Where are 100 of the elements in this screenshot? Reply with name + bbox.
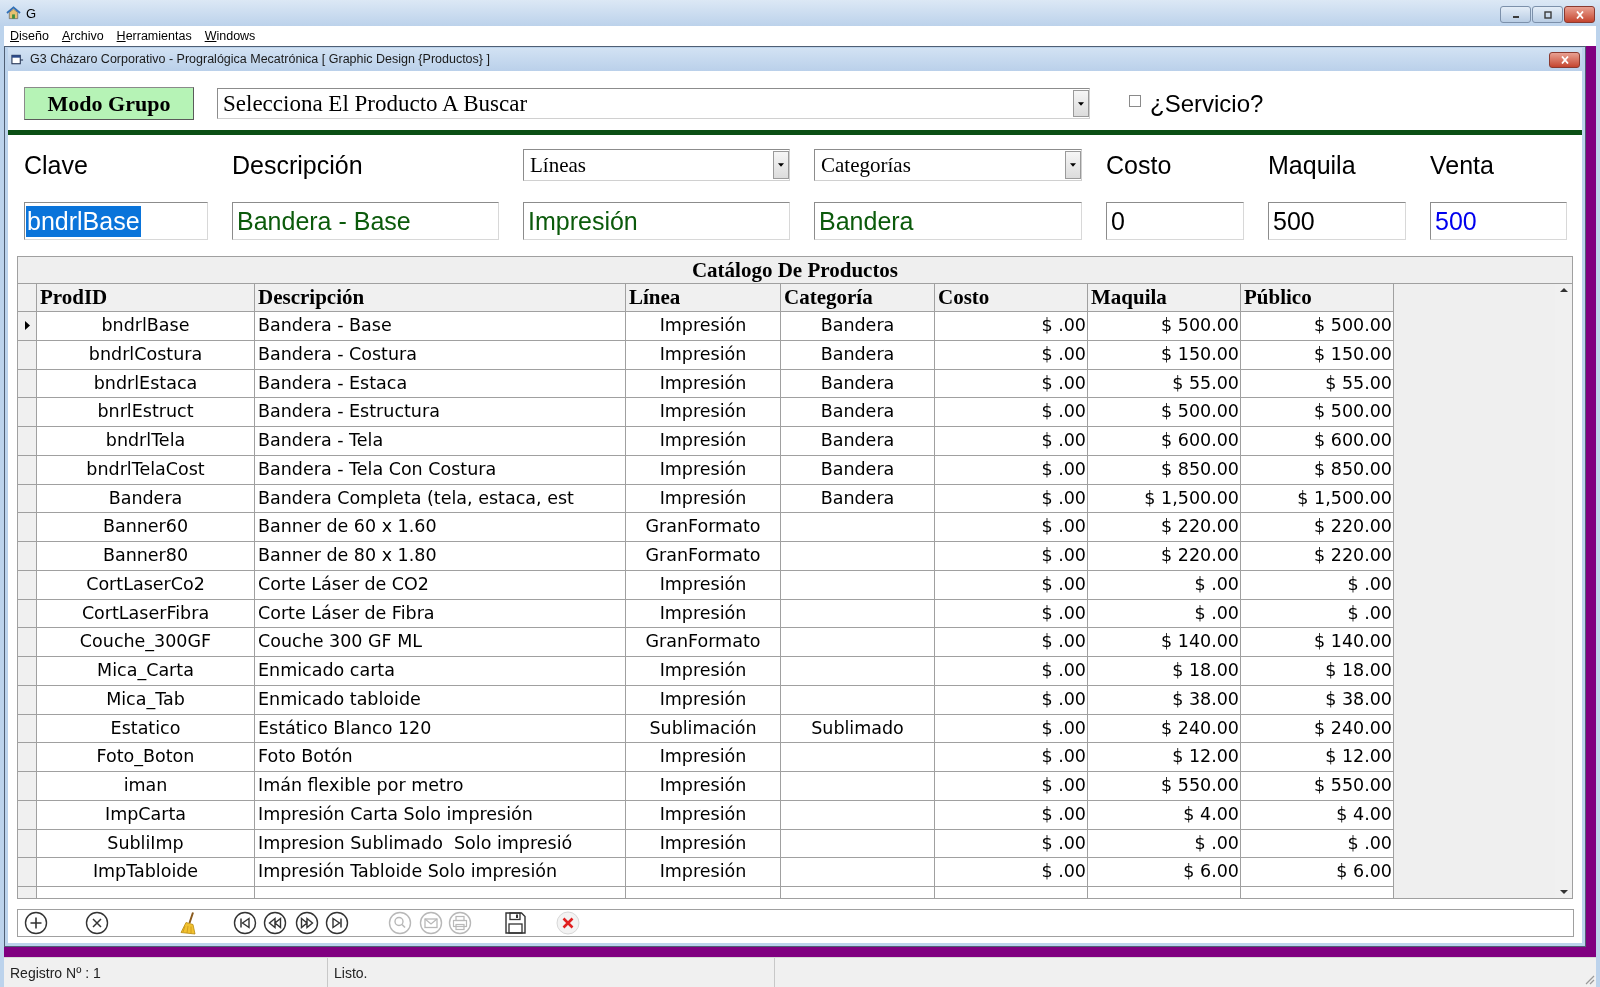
printer-icon <box>448 911 472 935</box>
caret-icon <box>1070 163 1076 167</box>
table-cell: $ .00 <box>935 858 1088 887</box>
column-header[interactable]: Categoría <box>781 284 935 312</box>
group-mode-button[interactable]: Modo Grupo <box>24 87 194 120</box>
current-row-icon <box>24 321 30 331</box>
resize-grip-icon <box>1583 973 1595 985</box>
previous-record-button[interactable] <box>262 910 288 936</box>
table-cell: $ .00 <box>935 513 1088 542</box>
table-cell: $ 1,500.00 <box>1241 484 1394 514</box>
text-field[interactable]: 500 <box>1268 202 1406 240</box>
dropdown-button[interactable] <box>773 151 789 179</box>
search-icon <box>388 911 412 935</box>
table-cell: $ 850.00 <box>1088 455 1241 485</box>
table-cell: $ 850.00 <box>1241 455 1394 485</box>
column-header[interactable]: Maquila <box>1088 284 1241 312</box>
maximize-button[interactable] <box>1532 6 1563 23</box>
minimize-button[interactable] <box>1500 6 1531 23</box>
skip-forward-icon <box>325 911 349 935</box>
table-cell: $ 500.00 <box>1088 312 1241 341</box>
table-cell: $ 12.00 <box>1088 743 1241 772</box>
status-text: Listo. <box>328 958 775 987</box>
table-cell: ImpCarta <box>37 800 255 830</box>
column-header[interactable]: Descripción <box>255 284 626 312</box>
dropdown-button[interactable] <box>1065 151 1081 179</box>
filter-combo[interactable]: Categorías <box>814 149 1082 181</box>
table-cell: $ 600.00 <box>1088 427 1241 456</box>
table-cell: $ .00 <box>935 772 1088 801</box>
skip-back-icon <box>233 911 257 935</box>
close-window-button[interactable] <box>1564 6 1595 23</box>
table-cell: Bandera - Estaca <box>255 369 626 399</box>
first-record-button[interactable] <box>232 910 258 936</box>
table-cell: Bandera Completa (tela, estaca, est <box>255 484 626 514</box>
table-cell: Impresión <box>626 772 781 801</box>
filter-combo[interactable]: Líneas <box>523 149 790 181</box>
text-field[interactable]: 500 <box>1430 202 1567 240</box>
table-cell: $ .00 <box>935 685 1088 715</box>
table-cell: bnrlEstruct <box>37 398 255 427</box>
column-header[interactable]: Público <box>1241 284 1394 312</box>
table-cell: $ 1,500.00 <box>1088 484 1241 514</box>
last-record-button[interactable] <box>324 910 350 936</box>
table-cell: Estatico <box>37 714 255 744</box>
next-record-button[interactable] <box>294 910 320 936</box>
save-button[interactable] <box>502 910 528 936</box>
checkbox[interactable] <box>1129 94 1141 107</box>
menu-item[interactable]: Windows <box>204 29 256 43</box>
table-cell: SubliImp <box>37 829 255 859</box>
menu-item[interactable]: Diseño <box>10 29 49 43</box>
table-cell: Impresión <box>626 369 781 399</box>
table-cell: Bandera <box>781 427 935 456</box>
table-cell: $ .00 <box>935 657 1088 686</box>
table-cell: Couche 300 GF ML <box>255 628 626 657</box>
close-child-button[interactable] <box>1549 51 1580 68</box>
table-cell: Estático Blanco 120 <box>255 714 626 744</box>
cancel-button[interactable] <box>84 910 110 936</box>
text-field[interactable]: Impresión <box>523 202 790 240</box>
caret-icon <box>1078 101 1084 106</box>
text-field[interactable]: Bandera <box>814 202 1082 240</box>
table-cell: CortLaserCo2 <box>37 570 255 600</box>
table-cell: Impresión <box>626 340 781 370</box>
table-cell: CortLaserFibra <box>37 599 255 629</box>
menu-item[interactable]: Archivo <box>61 29 104 43</box>
table-cell: $ 6.00 <box>1088 858 1241 887</box>
table-cell: $ .00 <box>1241 599 1394 629</box>
column-header[interactable]: ProdID <box>37 284 255 312</box>
table-cell: Enmicado tabloide <box>255 685 626 715</box>
table-cell: Impresión <box>626 743 781 772</box>
child-window-title: G3 Cházaro Corporativo - Progralógica Mecatrónica [ Graphic Design {Productos} ] <box>30 53 490 66</box>
table-cell: $ 240.00 <box>1241 714 1394 744</box>
close-icon <box>1559 55 1570 64</box>
fast-forward-icon <box>295 911 319 935</box>
table-cell: $ .00 <box>935 829 1088 859</box>
dropdown-button[interactable] <box>1073 90 1089 117</box>
table-cell: $ 240.00 <box>1088 714 1241 744</box>
table-cell: Bandera - Costura <box>255 340 626 370</box>
table-cell: $ 140.00 <box>1241 628 1394 657</box>
table-cell: Banner de 80 x 1.80 <box>255 542 626 571</box>
table-cell: Bandera <box>37 484 255 514</box>
field-label: Descripción <box>232 152 364 178</box>
table-cell: $ .00 <box>935 743 1088 772</box>
close-button[interactable] <box>555 910 581 936</box>
add-button[interactable] <box>23 910 49 936</box>
text-field[interactable]: Bandera - Base <box>232 202 499 240</box>
menu-item[interactable]: Herramientas <box>116 29 192 43</box>
table-cell: Bandera <box>781 398 935 427</box>
column-header[interactable]: Costo <box>935 284 1088 312</box>
field-label: Venta <box>1430 152 1495 178</box>
table-cell: $ .00 <box>935 599 1088 629</box>
table-cell: Impresión <box>626 427 781 456</box>
table-cell: Imán flexible por metro <box>255 772 626 801</box>
table-cell: $ .00 <box>935 800 1088 830</box>
table-cell: $ 500.00 <box>1241 312 1394 341</box>
column-header[interactable]: Línea <box>626 284 781 312</box>
text-field[interactable]: bndrlBase <box>24 202 208 240</box>
table-cell: $ .00 <box>935 312 1088 341</box>
table-cell: $ 150.00 <box>1241 340 1394 370</box>
table-cell: $ 500.00 <box>1088 398 1241 427</box>
row-header[interactable] <box>18 312 37 341</box>
text-field[interactable]: 0 <box>1106 202 1244 240</box>
table-cell: Banner de 60 x 1.60 <box>255 513 626 542</box>
